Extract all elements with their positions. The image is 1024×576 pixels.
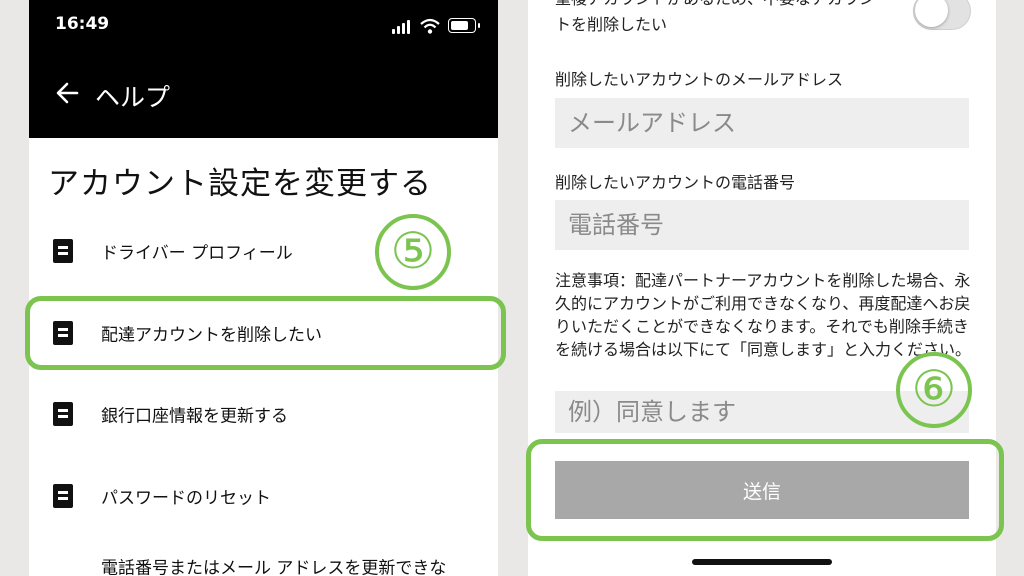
help-item-label: 電話番号またはメール アドレスを更新できな	[101, 558, 447, 576]
duplicate-account-text: 重複アカウントがあるため、不要なアカウントを削除したい	[555, 0, 875, 34]
status-bar: 16:49	[29, 0, 498, 56]
help-item-password-reset[interactable]: パスワードのリセット	[29, 466, 498, 526]
document-icon	[53, 402, 73, 426]
document-icon	[53, 239, 73, 263]
app-header: ヘルプ	[29, 56, 498, 138]
highlight-box-step-5	[25, 296, 506, 370]
help-item-bank-account[interactable]: 銀行口座情報を更新する	[29, 384, 498, 444]
wifi-icon	[420, 18, 440, 34]
help-item-label: パスワードのリセット	[101, 488, 271, 509]
header-title: ヘルプ	[95, 83, 171, 112]
email-field[interactable]	[555, 98, 969, 148]
section-title: アカウント設定を変更する	[48, 166, 432, 202]
signal-icon	[392, 20, 414, 34]
phone-field[interactable]	[555, 200, 969, 250]
help-item-update-contact[interactable]: 電話番号またはメール アドレスを更新できな	[29, 542, 498, 576]
battery-icon	[448, 18, 480, 33]
duplicate-account-toggle[interactable]	[913, 0, 971, 30]
phone-label: 削除したいアカウントの電話番号	[555, 173, 796, 192]
back-arrow-icon[interactable]	[55, 80, 81, 106]
help-item-label: ドライバー プロフィール	[101, 243, 293, 264]
highlight-box-step-6	[526, 439, 1004, 541]
step-6-badge: ⑥	[896, 352, 972, 428]
status-icons	[386, 18, 480, 34]
home-indicator	[692, 559, 832, 565]
deletion-notice: 注意事項：配達パートナーアカウントを削除した場合、永久的にアカウントがご利用でき…	[555, 271, 972, 359]
email-label: 削除したいアカウントのメールアドレス	[555, 70, 844, 89]
status-time: 16:49	[55, 14, 110, 34]
toggle-knob	[915, 0, 948, 27]
document-icon	[53, 484, 73, 508]
help-item-label: 銀行口座情報を更新する	[101, 406, 288, 427]
help-screen: 16:49 ヘルプ アカウント設定を変更する ドライバー プロフィール 配達アカ…	[29, 0, 498, 576]
step-5-badge: ⑤	[375, 214, 451, 290]
